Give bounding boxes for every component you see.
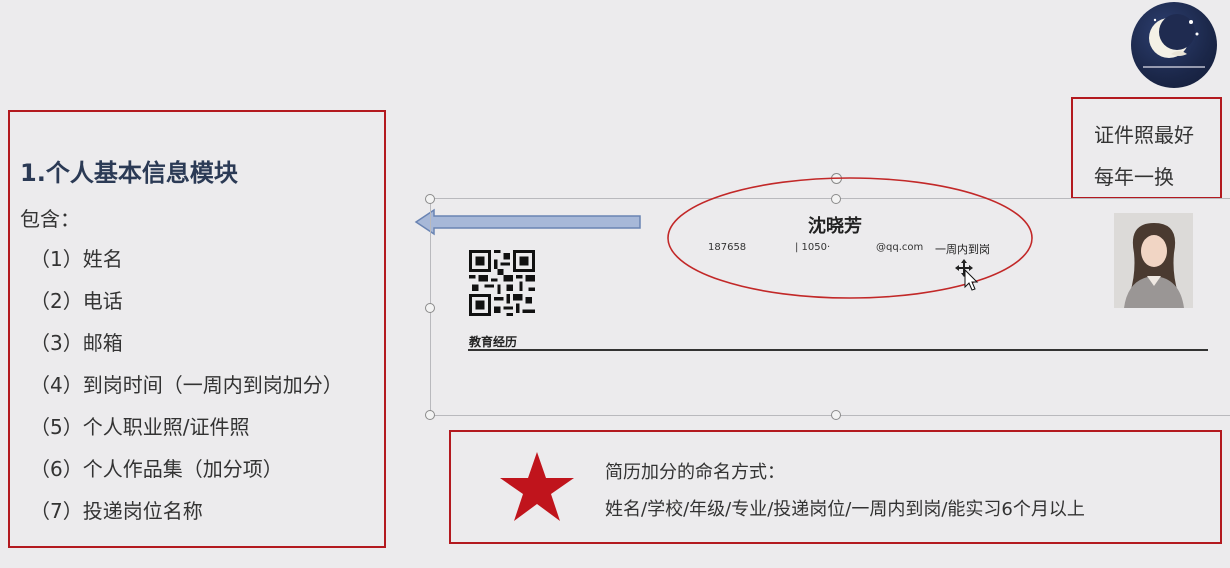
info-item: （2）电话 xyxy=(30,289,123,313)
star-icon xyxy=(500,452,574,521)
info-item: （1）姓名 xyxy=(30,247,123,271)
info-item: （7）投递岗位名称 xyxy=(30,499,203,523)
info-item: （3）邮箱 xyxy=(30,331,123,355)
resize-handle[interactable] xyxy=(425,410,435,420)
resume-email: @qq.com xyxy=(876,242,924,253)
resize-handle[interactable] xyxy=(425,194,435,204)
info-item: （6）个人作品集（加分项） xyxy=(30,457,283,481)
qr-code-icon xyxy=(469,250,535,316)
resume-photo xyxy=(1114,213,1193,308)
resume-qq: | 1050· xyxy=(795,242,831,253)
photo-tip-line: 每年一换 xyxy=(1094,165,1174,189)
resume-phone: 187658 xyxy=(708,242,747,253)
resize-handle[interactable] xyxy=(425,303,435,313)
resume-arrival: 一周内到岗 xyxy=(935,243,990,256)
resume-name: 沈晓芳 xyxy=(808,216,862,237)
moon-logo-icon xyxy=(1131,2,1217,88)
info-item: （5）个人职业照/证件照 xyxy=(30,415,250,439)
education-heading: 教育经历 xyxy=(469,335,518,349)
naming-format: 姓名/学校/年级/专业/投递岗位/一周内到岗/能实习6个月以上 xyxy=(605,499,1085,520)
naming-title: 简历加分的命名方式： xyxy=(605,462,785,483)
photo-tip-line: 证件照最好 xyxy=(1094,123,1194,147)
education-divider xyxy=(468,349,1208,351)
info-module-subtitle: 包含： xyxy=(20,207,80,231)
move-cursor-icon xyxy=(955,259,979,291)
resize-handle[interactable] xyxy=(831,410,841,420)
info-module-title: 1.个人基本信息模块 xyxy=(20,159,238,187)
info-item: （4）到岗时间（一周内到岗加分） xyxy=(30,373,343,397)
